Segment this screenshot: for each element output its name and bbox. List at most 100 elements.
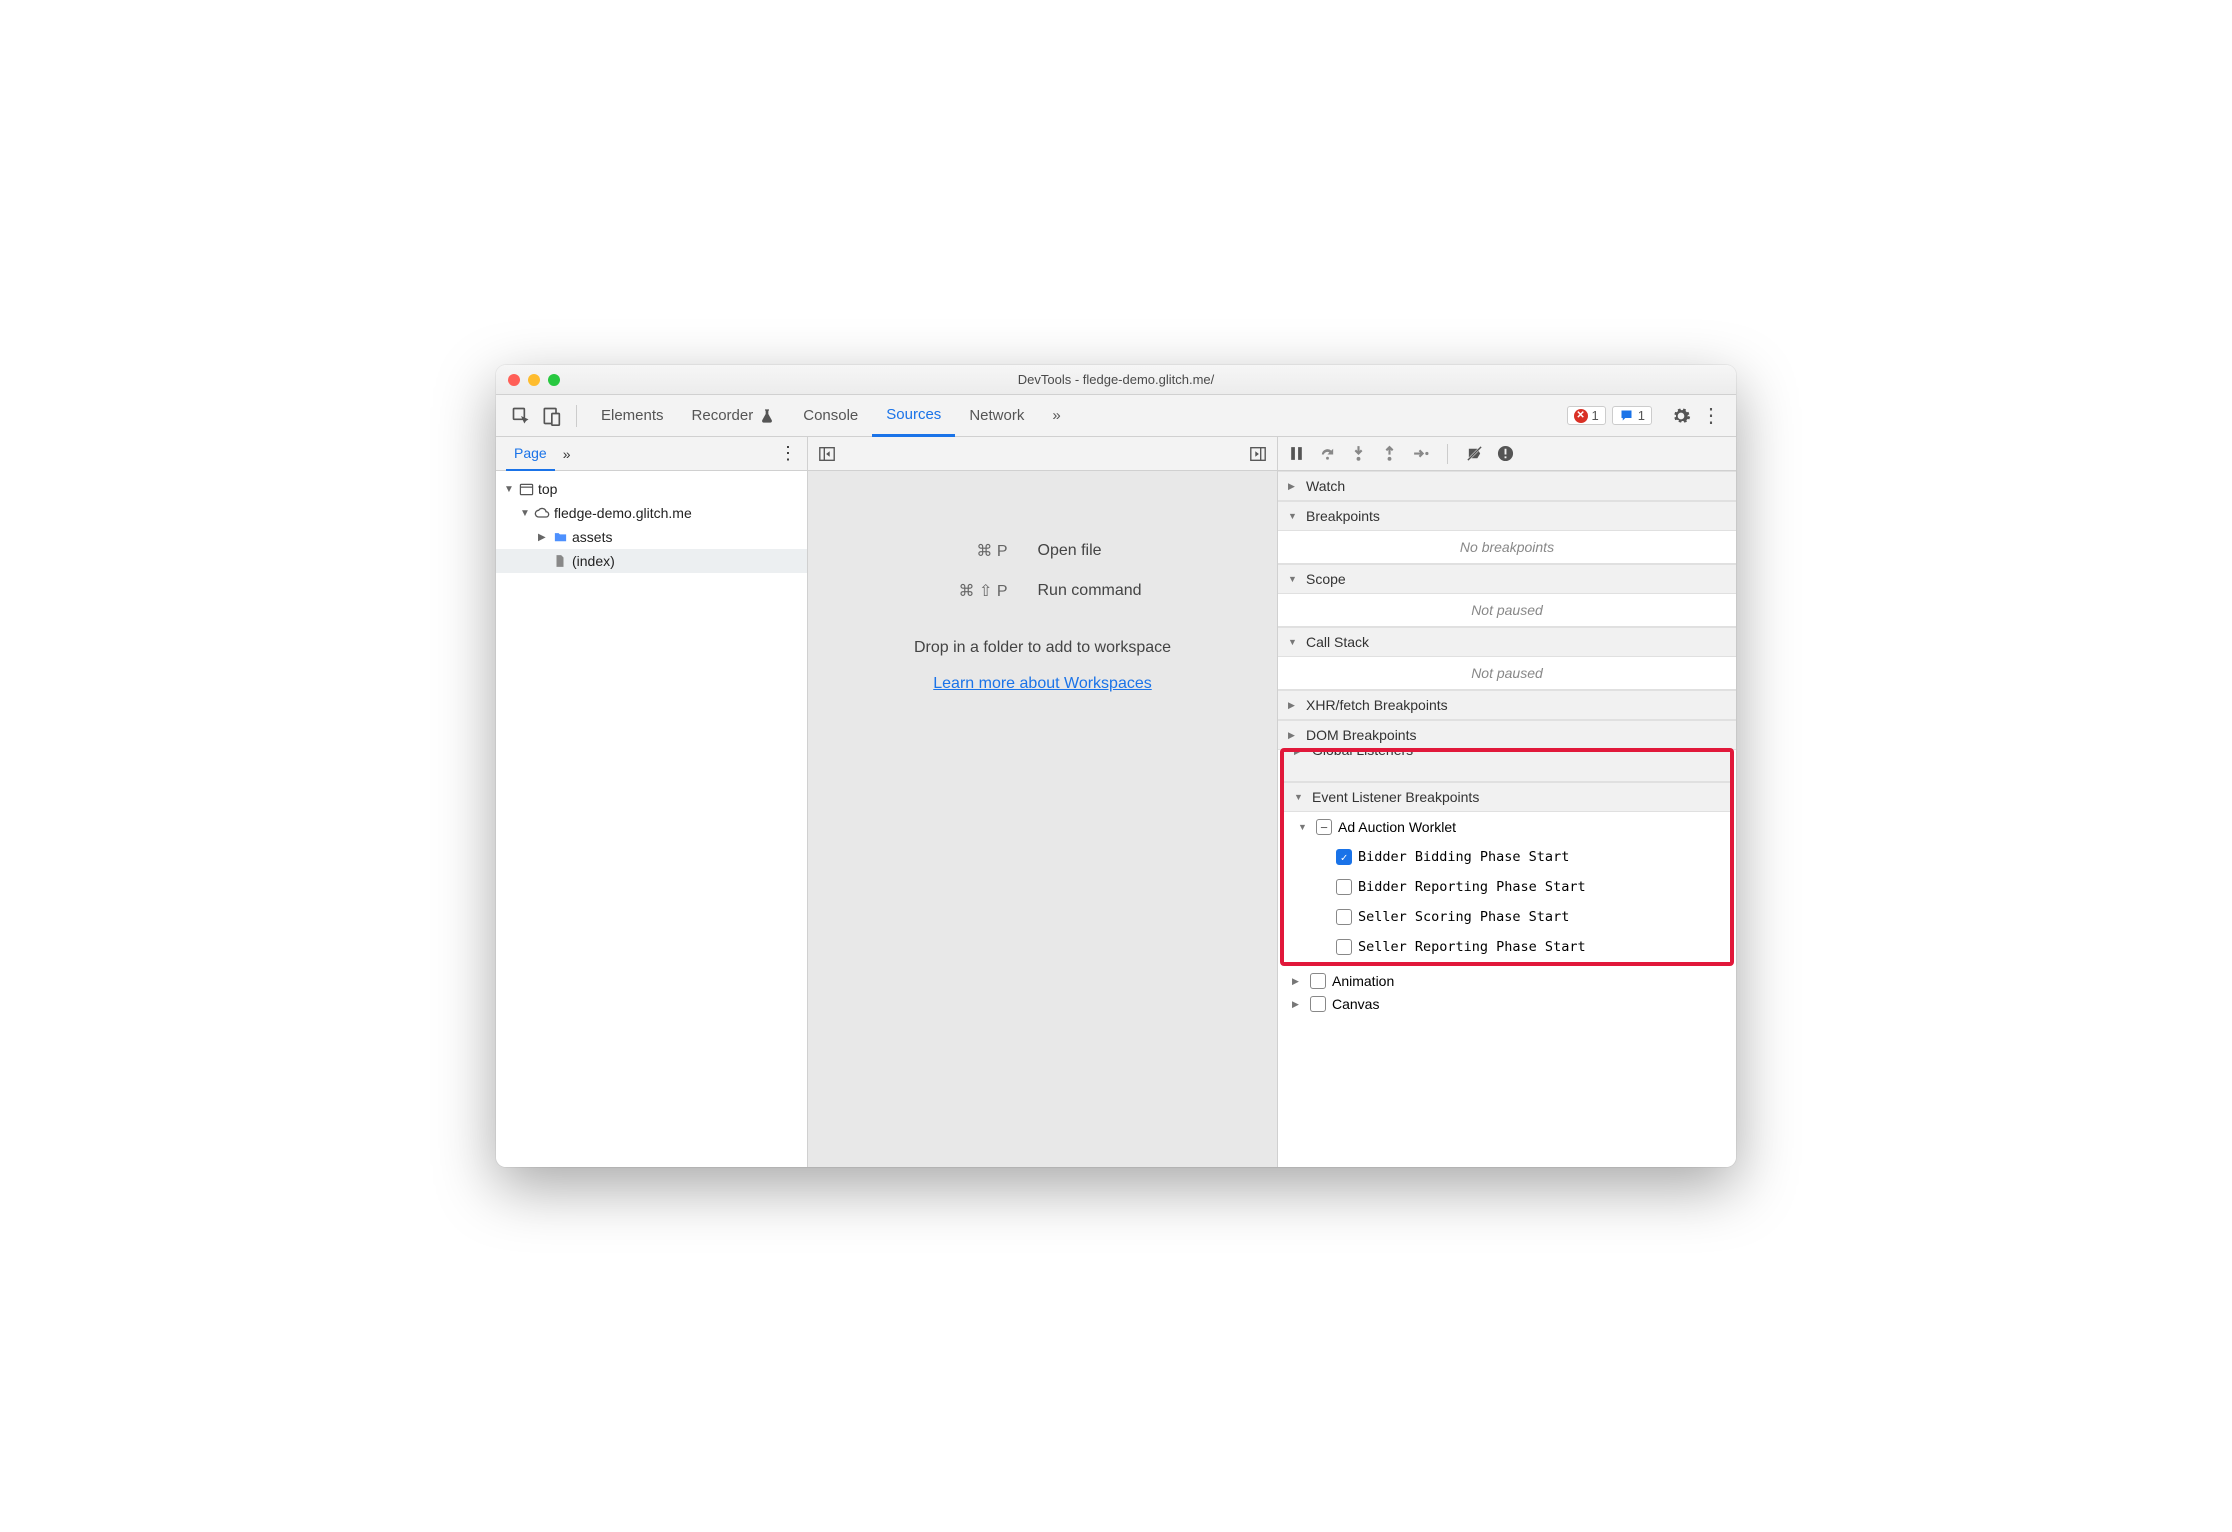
- no-breakpoints-text: No breakpoints: [1278, 531, 1736, 564]
- tree-index-label: (index): [572, 553, 615, 569]
- run-command-label: Run command: [1038, 582, 1218, 600]
- checkbox-checked-icon[interactable]: ✓: [1336, 849, 1352, 865]
- step-out-icon[interactable]: [1381, 445, 1398, 462]
- message-badge[interactable]: 1: [1612, 406, 1652, 425]
- chevron-down-icon: ▼: [1288, 637, 1300, 647]
- editor-empty-state: ⌘ P Open file ⌘ ⇧ P Run command Drop in …: [808, 471, 1277, 1167]
- tab-recorder[interactable]: Recorder: [678, 395, 790, 437]
- file-icon: [552, 553, 568, 569]
- tab-console[interactable]: Console: [789, 395, 872, 437]
- tab-elements[interactable]: Elements: [587, 395, 678, 437]
- event-bidder-bidding[interactable]: ✓ Bidder Bidding Phase Start: [1284, 842, 1730, 872]
- checkbox-icon[interactable]: [1310, 973, 1326, 989]
- chevron-right-icon: ▶: [538, 532, 548, 543]
- chevron-down-icon: ▼: [1288, 574, 1300, 584]
- event-label: Seller Scoring Phase Start: [1358, 909, 1569, 925]
- xhr-label: XHR/fetch Breakpoints: [1306, 697, 1448, 713]
- tree-top-label: top: [538, 481, 557, 497]
- event-seller-scoring[interactable]: Seller Scoring Phase Start: [1284, 902, 1730, 932]
- chevron-down-icon: ▼: [1294, 792, 1306, 802]
- workspaces-link[interactable]: Learn more about Workspaces: [933, 675, 1151, 693]
- kebab-menu-icon[interactable]: ⋮: [1696, 401, 1726, 431]
- tree-assets-label: assets: [572, 529, 612, 545]
- toggle-debugger-icon[interactable]: [1249, 445, 1267, 463]
- more-nav-tabs-icon[interactable]: »: [555, 437, 579, 471]
- event-label: Bidder Reporting Phase Start: [1358, 879, 1586, 895]
- event-seller-reporting[interactable]: Seller Reporting Phase Start: [1284, 932, 1730, 962]
- checkbox-icon[interactable]: [1310, 996, 1326, 1012]
- callstack-section[interactable]: ▼ Call Stack: [1278, 627, 1736, 657]
- titlebar: DevTools - fledge-demo.glitch.me/: [496, 365, 1736, 395]
- file-tree: ▼ top ▼ fledge-demo.glitch.me ▶ assets (…: [496, 471, 807, 579]
- debugger-toolbar: [1278, 437, 1736, 471]
- canvas-label: Canvas: [1332, 996, 1379, 1012]
- checkbox-icon[interactable]: [1336, 879, 1352, 895]
- settings-icon[interactable]: [1666, 401, 1696, 431]
- error-badge[interactable]: ✕ 1: [1567, 406, 1606, 425]
- tree-domain[interactable]: ▼ fledge-demo.glitch.me: [496, 501, 807, 525]
- error-icon: ✕: [1574, 409, 1588, 423]
- checkbox-icon[interactable]: [1336, 909, 1352, 925]
- open-file-keys: ⌘ P: [868, 541, 1008, 561]
- canvas-group[interactable]: ▶ Canvas: [1278, 996, 1736, 1012]
- error-count: 1: [1592, 408, 1599, 423]
- chevron-right-icon: ▶: [1288, 700, 1300, 711]
- editor-header: [808, 437, 1277, 471]
- pause-icon[interactable]: [1288, 445, 1305, 462]
- event-listener-body: ▼ − Ad Auction Worklet ✓ Bidder Bidding …: [1284, 812, 1730, 962]
- inspect-icon[interactable]: [506, 401, 536, 431]
- page-tab[interactable]: Page: [506, 437, 555, 471]
- cloud-icon: [534, 505, 550, 521]
- devtools-window: DevTools - fledge-demo.glitch.me/ Elemen…: [496, 365, 1736, 1167]
- tree-assets[interactable]: ▶ assets: [496, 525, 807, 549]
- dom-breakpoints-section[interactable]: ▶ DOM Breakpoints: [1278, 720, 1736, 750]
- event-listener-more: ▶ Animation ▶ Canvas: [1278, 966, 1736, 1012]
- breakpoints-label: Breakpoints: [1306, 508, 1380, 524]
- chevron-down-icon: ▼: [1288, 511, 1300, 521]
- step-icon[interactable]: [1412, 445, 1429, 462]
- main-tabbar: Elements Recorder Console Sources Networ…: [496, 395, 1736, 437]
- pause-exceptions-icon[interactable]: [1497, 445, 1514, 462]
- run-command-keys: ⌘ ⇧ P: [868, 581, 1008, 601]
- event-listener-section[interactable]: ▼ Event Listener Breakpoints: [1284, 782, 1730, 812]
- event-label: Seller Reporting Phase Start: [1358, 939, 1586, 955]
- watch-section[interactable]: ▶ Watch: [1278, 471, 1736, 501]
- ad-auction-group[interactable]: ▼ − Ad Auction Worklet: [1284, 812, 1730, 842]
- checkbox-icon[interactable]: [1336, 939, 1352, 955]
- checkbox-mixed-icon[interactable]: −: [1316, 819, 1332, 835]
- chevron-down-icon: ▼: [504, 484, 514, 495]
- tree-index[interactable]: (index): [496, 549, 807, 573]
- deactivate-breakpoints-icon[interactable]: [1466, 445, 1483, 462]
- tab-network[interactable]: Network: [955, 395, 1038, 437]
- folder-icon: [552, 529, 568, 545]
- navigator-panel: Page » ⋮ ▼ top ▼ fledge-demo.glitch.me ▶: [496, 437, 808, 1167]
- global-listeners-section[interactable]: ▶ Global Listeners: [1284, 752, 1730, 782]
- scope-label: Scope: [1306, 571, 1346, 587]
- ad-auction-label: Ad Auction Worklet: [1338, 819, 1456, 835]
- step-into-icon[interactable]: [1350, 445, 1367, 462]
- chevron-right-icon: ▶: [1288, 481, 1300, 492]
- animation-group[interactable]: ▶ Animation: [1278, 966, 1736, 996]
- nav-kebab-icon[interactable]: ⋮: [779, 443, 797, 464]
- open-file-hint: ⌘ P Open file: [868, 541, 1218, 561]
- tab-sources[interactable]: Sources: [872, 395, 955, 437]
- breakpoints-section[interactable]: ▼ Breakpoints: [1278, 501, 1736, 531]
- event-listener-label: Event Listener Breakpoints: [1312, 789, 1479, 805]
- editor-panel: ⌘ P Open file ⌘ ⇧ P Run command Drop in …: [808, 437, 1278, 1167]
- more-tabs-icon[interactable]: »: [1038, 395, 1074, 437]
- chevron-right-icon: ▶: [1294, 752, 1306, 757]
- watch-label: Watch: [1306, 478, 1345, 494]
- chevron-right-icon: ▶: [1292, 976, 1304, 987]
- flask-icon: [759, 408, 775, 424]
- chevron-right-icon: ▶: [1292, 999, 1304, 1010]
- message-icon: [1619, 408, 1634, 423]
- scope-section[interactable]: ▼ Scope: [1278, 564, 1736, 594]
- step-over-icon[interactable]: [1319, 445, 1336, 462]
- debugger-panel: ▶ Watch ▼ Breakpoints No breakpoints ▼ S…: [1278, 437, 1736, 1167]
- toggle-navigator-icon[interactable]: [818, 445, 836, 463]
- event-bidder-reporting[interactable]: Bidder Reporting Phase Start: [1284, 872, 1730, 902]
- device-toolbar-icon[interactable]: [536, 401, 566, 431]
- tree-top[interactable]: ▼ top: [496, 477, 807, 501]
- xhr-section[interactable]: ▶ XHR/fetch Breakpoints: [1278, 690, 1736, 720]
- window-title: DevTools - fledge-demo.glitch.me/: [496, 372, 1736, 387]
